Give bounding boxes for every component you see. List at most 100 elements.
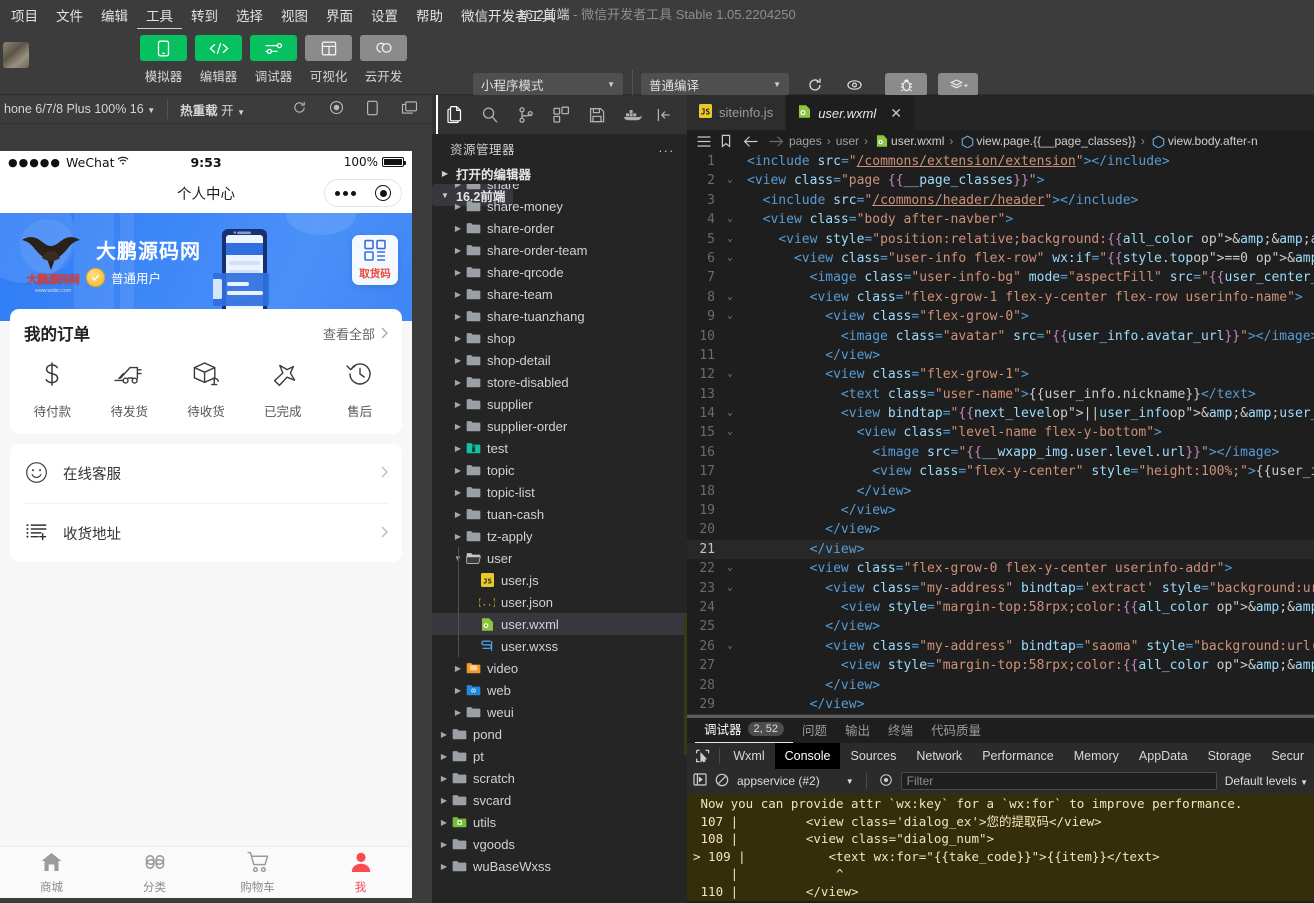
code-line-22[interactable]: 22 ⌄ <view class="flex-grow-0 flex-y-cen… (687, 559, 1314, 578)
fold-toggle-icon[interactable] (723, 462, 737, 481)
chevron-right-icon[interactable]: ▶ (438, 730, 450, 739)
mode-select[interactable]: 小程序模式 ▼ (473, 73, 623, 96)
user-avatar[interactable] (3, 42, 29, 68)
view-all-orders-button[interactable]: 查看全部 (323, 324, 388, 343)
code-line-20[interactable]: 20 </view> (687, 520, 1314, 539)
panel-tab-1[interactable]: 问题 (793, 715, 836, 743)
tree-item-10[interactable]: ▶ supplier (432, 393, 687, 415)
fold-toggle-icon[interactable]: ⌄ (723, 307, 737, 326)
code-line-8[interactable]: 8 ⌄ <view class="flex-grow-1 flex-y-cent… (687, 288, 1314, 307)
tree-item-3[interactable]: ▶ share-order-team (432, 239, 687, 261)
record-icon[interactable] (329, 100, 344, 118)
tree-item-22[interactable]: ▶ video (432, 657, 687, 679)
devtools-tab-4[interactable]: Performance (972, 743, 1064, 769)
tree-item-0[interactable]: ▶ share (432, 184, 687, 195)
menu-item-10[interactable]: 微信开发者工具 (452, 2, 565, 28)
menu-item-2[interactable]: 编辑 (92, 2, 137, 28)
toolbar-button-3[interactable]: 可视化 (305, 35, 352, 85)
chevron-right-icon[interactable]: ▶ (452, 202, 464, 211)
tree-item-24[interactable]: ▶ weui (432, 701, 687, 723)
hot-reload-toggle[interactable]: 热重载 开 ▼ (180, 100, 245, 119)
breadcrumb-pages[interactable]: pages (789, 134, 822, 148)
rotate-icon[interactable] (366, 100, 379, 119)
inspect-element-icon[interactable] (691, 749, 715, 763)
devtools-tab-0[interactable]: Wxml (723, 743, 774, 769)
back-arrow-icon[interactable] (737, 135, 763, 148)
tree-item-6[interactable]: ▶ share-tuanzhang (432, 305, 687, 327)
chevron-right-icon[interactable]: ▶ (438, 840, 450, 849)
order-status-2[interactable]: 待收货 (168, 359, 245, 420)
outline-icon[interactable] (693, 135, 715, 148)
tree-item-19[interactable]: {..} user.json (432, 591, 687, 613)
code-line-25[interactable]: 25 </view> (687, 617, 1314, 636)
breadcrumb-symbol-1[interactable]: view.page.{{__page_classes}} (976, 134, 1135, 148)
menu-item-5[interactable]: 选择 (227, 2, 272, 28)
console-output[interactable]: Now you can provide attr `wx:key` for a … (687, 793, 1314, 901)
devtools-tab-2[interactable]: Sources (840, 743, 906, 769)
devtools-tab-1[interactable]: Console (775, 743, 841, 769)
tree-item-21[interactable]: user.wxss (432, 635, 687, 657)
tree-item-4[interactable]: ▶ share-qrcode (432, 261, 687, 283)
code-line-5[interactable]: 5 ⌄ <view style="position:relative;backg… (687, 230, 1314, 249)
tree-item-17[interactable]: ▼ user (432, 547, 687, 569)
tree-item-30[interactable]: ▶ vgoods (432, 833, 687, 855)
docker-icon[interactable] (615, 95, 651, 134)
fold-toggle-icon[interactable]: ⌄ (723, 365, 737, 384)
fold-toggle-icon[interactable]: ⌄ (723, 171, 737, 190)
device-selector[interactable]: hone 6/7/8 Plus 100% 16 ▼ (0, 102, 155, 116)
search-icon[interactable] (472, 95, 508, 134)
devtools-tab-5[interactable]: Memory (1064, 743, 1129, 769)
fold-toggle-icon[interactable] (723, 346, 737, 365)
fold-toggle-icon[interactable]: ⌄ (723, 230, 737, 249)
fold-toggle-icon[interactable] (723, 327, 737, 346)
chevron-right-icon[interactable]: ▶ (452, 334, 464, 343)
source-control-icon[interactable] (508, 95, 544, 134)
tree-item-20[interactable]: user.wxml (432, 613, 687, 635)
chevron-right-icon[interactable]: ▶ (452, 312, 464, 321)
tree-item-2[interactable]: ▶ share-order (432, 217, 687, 239)
tree-item-29[interactable]: ▶ utils (432, 811, 687, 833)
clear-console-icon[interactable] (715, 773, 729, 790)
tree-item-5[interactable]: ▶ share-team (432, 283, 687, 305)
close-icon[interactable]: ✕ (890, 105, 902, 122)
chevron-right-icon[interactable]: ▶ (452, 510, 464, 519)
fold-toggle-icon[interactable] (723, 617, 737, 636)
tab-3[interactable]: 我 (309, 847, 412, 898)
toolbar-button-4[interactable]: 云开发 (360, 35, 407, 85)
files-icon[interactable] (436, 95, 472, 134)
panel-tab-3[interactable]: 终端 (879, 715, 922, 743)
fold-toggle-icon[interactable]: ⌄ (723, 404, 737, 423)
save-icon[interactable] (579, 95, 615, 134)
section-open-editors[interactable]: ▶ 打开的编辑器 (432, 162, 687, 184)
code-line-19[interactable]: 19 </view> (687, 501, 1314, 520)
fold-toggle-icon[interactable]: ⌄ (723, 288, 737, 307)
pickup-code-button[interactable]: 取货码 (352, 235, 398, 285)
devtools-tab-7[interactable]: Storage (1198, 743, 1262, 769)
menu-item-4[interactable]: 转到 (182, 2, 227, 28)
fold-toggle-icon[interactable] (723, 676, 737, 695)
wechat-capsule-buttons[interactable] (324, 179, 402, 207)
fold-toggle-icon[interactable]: ⌄ (723, 423, 737, 442)
extensions-icon[interactable] (544, 95, 580, 134)
menu-item-9[interactable]: 帮助 (407, 2, 452, 28)
chevron-right-icon[interactable]: ▶ (438, 818, 450, 827)
code-line-6[interactable]: 6 ⌄ <view class="user-info flex-row" wx:… (687, 249, 1314, 268)
refresh-icon[interactable] (292, 100, 307, 118)
code-line-28[interactable]: 28 </view> (687, 676, 1314, 695)
popout-icon[interactable] (401, 100, 418, 118)
tree-item-16[interactable]: ▶ tz-apply (432, 525, 687, 547)
code-line-13[interactable]: 13 <text class="user-name">{{user_info.n… (687, 385, 1314, 404)
menu-item-3[interactable]: 工具 (137, 2, 182, 29)
code-line-4[interactable]: 4 ⌄ <view class="body after-navber"> (687, 210, 1314, 229)
code-line-17[interactable]: 17 <view class="flex-y-center" style="he… (687, 462, 1314, 481)
fold-toggle-icon[interactable]: ⌄ (723, 579, 737, 598)
fold-toggle-icon[interactable] (723, 443, 737, 462)
tab-2[interactable]: 购物车 (206, 847, 309, 898)
tree-item-31[interactable]: ▶ wuBaseWxss (432, 855, 687, 877)
menu-item-8[interactable]: 设置 (362, 2, 407, 28)
chevron-right-icon[interactable]: ▶ (452, 422, 464, 431)
fold-toggle-icon[interactable]: ⌄ (723, 249, 737, 268)
code-line-27[interactable]: 27 <view style="margin-top:58rpx;color:{… (687, 656, 1314, 675)
chevron-right-icon[interactable]: ▶ (438, 862, 450, 871)
chevron-right-icon[interactable]: ▶ (452, 268, 464, 277)
